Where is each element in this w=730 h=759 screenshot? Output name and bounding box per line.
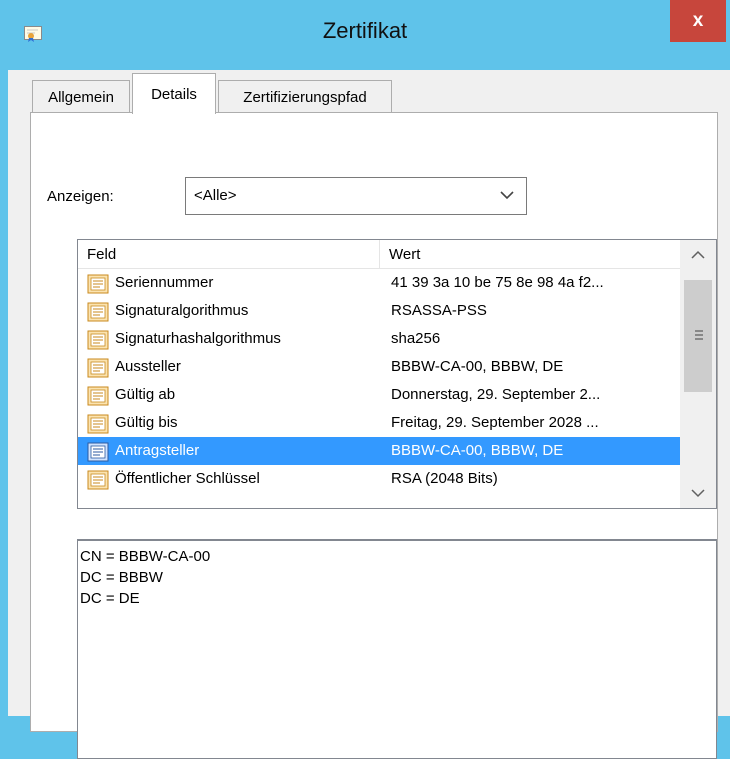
title-bar: Zertifikat x bbox=[0, 0, 730, 70]
scroll-up-arrow-icon[interactable] bbox=[680, 240, 716, 270]
field-list[interactable]: Feld Wert Seriennummer 41 39 3a 10 be 75 … bbox=[77, 239, 717, 509]
list-item-field: Gültig bis bbox=[115, 414, 178, 431]
show-dropdown[interactable]: <Alle> bbox=[185, 177, 527, 215]
list-item[interactable]: Antragsteller BBBW-CA-00, BBBW, DE bbox=[78, 437, 680, 465]
detail-line: CN = BBBW-CA-00 bbox=[80, 548, 211, 565]
tab-allgemein[interactable]: Allgemein bbox=[32, 80, 130, 113]
list-item-value: Donnerstag, 29. September 2... bbox=[391, 386, 601, 403]
column-header-feld[interactable]: Feld bbox=[78, 240, 380, 268]
scroll-down-arrow-icon[interactable] bbox=[680, 478, 716, 508]
tab-zertifizierungspfad[interactable]: Zertifizierungspfad bbox=[218, 80, 392, 113]
window-title: Zertifikat bbox=[322, 18, 408, 43]
certificate-field-icon bbox=[87, 386, 109, 406]
list-item-value: BBBW-CA-00, BBBW, DE bbox=[391, 358, 564, 375]
show-label: Anzeigen: bbox=[47, 188, 114, 205]
show-dropdown-value: <Alle> bbox=[194, 187, 237, 204]
close-button[interactable]: x bbox=[670, 0, 726, 42]
list-item-field: Gültig ab bbox=[115, 386, 176, 403]
list-item[interactable]: Aussteller BBBW-CA-00, BBBW, DE bbox=[78, 353, 680, 381]
list-item[interactable]: Gültig ab Donnerstag, 29. September 2... bbox=[78, 381, 680, 409]
certificate-field-icon bbox=[87, 330, 109, 350]
list-item-field: Signaturalgorithmus bbox=[115, 302, 249, 319]
certificate-field-icon bbox=[87, 302, 109, 322]
details-tab-panel: Anzeigen: <Alle> Feld Wert Seriennummer 4… bbox=[30, 112, 718, 759]
list-item-field: Seriennummer bbox=[115, 274, 214, 291]
dialog-client-area: Allgemein Details Zertifizierungspfad An… bbox=[8, 70, 730, 759]
vertical-scrollbar[interactable] bbox=[680, 240, 716, 508]
list-item-value: Freitag, 29. September 2028 ... bbox=[391, 414, 599, 431]
detail-line: DC = BBBW bbox=[80, 569, 163, 586]
list-item[interactable]: Signaturalgorithmus RSASSA-PSS bbox=[78, 297, 680, 325]
chevron-down-icon bbox=[500, 191, 514, 200]
scrollbar-thumb[interactable] bbox=[684, 280, 712, 392]
list-item-value: sha256 bbox=[391, 330, 441, 347]
list-item-field: Antragsteller bbox=[115, 442, 200, 459]
detail-line: DC = DE bbox=[80, 590, 140, 607]
list-item-value: RSA (2048 Bits) bbox=[391, 470, 498, 487]
list-item[interactable]: Signaturhashalgorithmus sha256 bbox=[78, 325, 680, 353]
certificate-field-icon bbox=[87, 414, 109, 434]
certificate-field-icon bbox=[87, 274, 109, 294]
list-item[interactable]: Öffentlicher Schlüssel RSA (2048 Bits) bbox=[78, 465, 680, 493]
certificate-field-icon bbox=[87, 358, 109, 378]
field-detail-textbox[interactable]: CN = BBBW-CA-00 DC = BBBW DC = DE bbox=[77, 539, 717, 759]
list-item[interactable]: Seriennummer 41 39 3a 10 be 75 8e 98 4a f… bbox=[78, 269, 680, 297]
certificate-field-icon bbox=[87, 470, 109, 490]
list-item[interactable]: Gültig bis Freitag, 29. September 2028 ..… bbox=[78, 409, 680, 437]
list-header: Feld Wert bbox=[78, 240, 680, 269]
list-item-value: BBBW-CA-00, BBBW, DE bbox=[391, 442, 564, 459]
list-item-field: Öffentlicher Schlüssel bbox=[115, 470, 260, 487]
list-item-field: Aussteller bbox=[115, 358, 181, 375]
certificate-field-icon bbox=[87, 442, 109, 462]
column-header-wert[interactable]: Wert bbox=[380, 240, 680, 268]
list-item-value: 41 39 3a 10 be 75 8e 98 4a f2... bbox=[391, 274, 604, 291]
list-item-value: RSASSA-PSS bbox=[391, 302, 487, 319]
list-item-field: Signaturhashalgorithmus bbox=[115, 330, 281, 347]
tab-details[interactable]: Details bbox=[132, 73, 216, 114]
